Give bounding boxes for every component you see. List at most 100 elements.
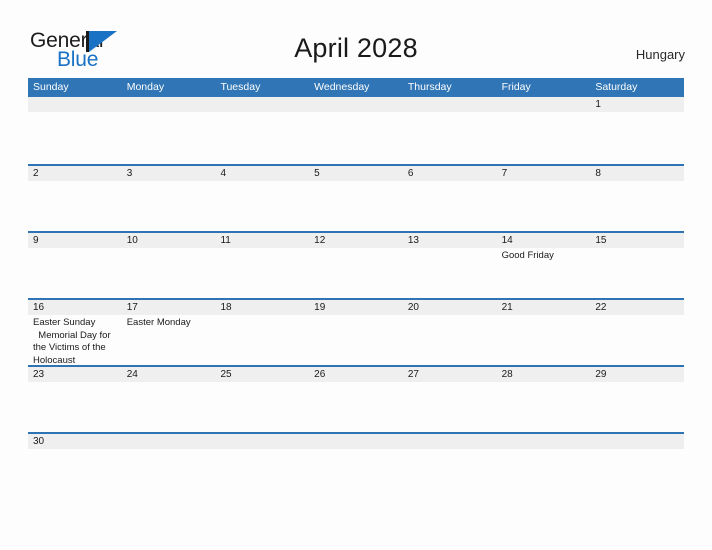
country-label: Hungary [635,47,685,62]
day-events [314,315,403,317]
day-events [314,449,403,451]
day-events [502,382,591,384]
day-number: 5 [314,168,320,179]
day-cell[interactable]: 28 [497,367,591,432]
day-number: 2 [33,168,39,179]
weekday-header-tuesday: Tuesday [220,81,261,93]
weekday-header-monday: Monday [126,81,165,93]
calendar-week-row: 16 Easter Sunday Memorial Day for the Vic… [28,298,684,365]
day-number [595,434,684,449]
day-cell[interactable]: 24 [122,367,216,432]
day-cell[interactable]: 21 [497,300,591,365]
calendar-week-row: 30 [28,432,684,499]
day-cell[interactable]: 16 Easter Sunday Memorial Day for the Vic… [28,300,122,365]
day-number: 8 [595,168,601,179]
day-events [220,112,309,114]
day-number [502,97,591,112]
day-number: 16 [33,302,45,313]
day-number: 18 [220,302,232,313]
page-header: General Blue April 2028 Hungary [0,0,712,78]
day-events [127,449,216,451]
day-events [220,181,309,183]
day-cell[interactable]: 18 [215,300,309,365]
day-events [408,112,497,114]
week-cells: 9 10 11 12 13 14 Good Friday 15 [28,233,684,298]
day-events [502,112,591,114]
day-events [220,449,309,451]
day-cell[interactable]: 2 [28,166,122,231]
day-cell[interactable]: 19 [309,300,403,365]
day-events [127,382,216,384]
day-cell[interactable]: 17 Easter Monday [122,300,216,365]
weekday-header-sunday: Sunday [33,81,69,93]
day-number: 20 [407,302,419,313]
day-events [314,181,403,183]
weekday-header-saturday: Saturday [595,81,638,93]
day-cell-empty [497,97,591,164]
day-events [595,315,684,317]
day-events [314,248,403,250]
day-cell-empty [122,434,216,499]
day-cell[interactable]: 4 [215,166,309,231]
day-cell[interactable]: 9 [28,233,122,298]
day-number: 1 [595,99,601,110]
day-cell[interactable]: 8 [590,166,684,231]
day-cell[interactable]: 14 Good Friday [497,233,591,298]
day-cell-empty [215,434,309,499]
day-number [127,97,216,112]
day-cell[interactable]: 13 [403,233,497,298]
day-events [33,248,122,250]
day-cell[interactable]: 29 [590,367,684,432]
day-number: 14 [501,235,513,246]
day-number: 13 [407,235,419,246]
day-number [314,434,403,449]
holiday-label: Easter Monday [126,317,191,328]
day-number: 22 [595,302,607,313]
day-cell[interactable]: 25 [215,367,309,432]
day-number [127,434,216,449]
day-number [408,97,497,112]
day-cell[interactable]: 27 [403,367,497,432]
day-cell[interactable]: 12 [309,233,403,298]
day-events [595,382,684,384]
day-cell-empty [403,97,497,164]
day-events [33,382,122,384]
day-cell[interactable]: 22 [590,300,684,365]
day-number: 29 [595,369,607,380]
day-number: 23 [33,369,45,380]
day-cell[interactable]: 15 [590,233,684,298]
day-cell-empty [309,434,403,499]
calendar-week-row: 9 10 11 12 13 14 Good Friday 15 [28,231,684,298]
week-cells: 2 3 4 5 6 7 8 [28,166,684,231]
day-number: 17 [126,302,138,313]
day-events [127,112,216,114]
day-cell[interactable]: 1 [590,97,684,164]
day-cell[interactable]: 23 [28,367,122,432]
day-number: 9 [33,235,39,246]
day-cell[interactable]: 20 [403,300,497,365]
week-cells: 23 24 25 26 27 28 29 [28,367,684,432]
day-cell-empty [403,434,497,499]
day-cell[interactable]: 10 [122,233,216,298]
day-number: 27 [407,369,419,380]
day-events [127,181,216,183]
day-cell[interactable]: 11 [215,233,309,298]
day-cell[interactable]: 3 [122,166,216,231]
day-events [408,449,497,451]
day-events [595,112,684,114]
day-events [220,382,309,384]
day-number: 21 [501,302,513,313]
day-cell[interactable]: 6 [403,166,497,231]
day-cell-empty [497,434,591,499]
day-number [220,434,309,449]
week-cells: 1 [28,97,684,164]
day-cell[interactable]: 7 [497,166,591,231]
day-cell[interactable]: 30 [28,434,122,499]
week-cells: 30 [28,434,684,499]
day-events [127,248,216,250]
day-number: 7 [501,168,508,179]
day-cell[interactable]: 5 [309,166,403,231]
day-events [502,315,591,317]
day-events [33,112,122,114]
day-cell[interactable]: 26 [309,367,403,432]
